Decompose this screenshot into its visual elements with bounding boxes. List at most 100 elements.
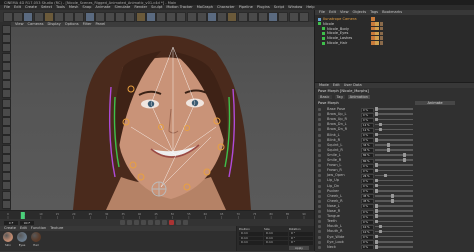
slider-knob[interactable] xyxy=(375,219,378,224)
keyframe-toggle-icon[interactable] xyxy=(318,210,321,213)
pose-morph-row[interactable]: Blink_L 0 % xyxy=(315,133,474,138)
slider-knob[interactable] xyxy=(375,107,378,111)
object-tag-icon[interactable] xyxy=(371,26,375,31)
keyframe-toggle-icon[interactable] xyxy=(318,123,321,127)
pose-morph-row[interactable]: Smile_R 80 % xyxy=(315,158,474,163)
toolbar-tool-icon[interactable] xyxy=(227,11,238,22)
pose-value-field[interactable]: 0 % xyxy=(361,107,374,112)
pose-strength-slider[interactable] xyxy=(375,149,413,151)
slider-knob[interactable] xyxy=(375,112,378,117)
pose-morph-row[interactable]: Lip_Up 0 % xyxy=(315,178,474,183)
keyframe-toggle-icon[interactable] xyxy=(318,133,321,137)
material-swatch[interactable]: Eyes xyxy=(16,232,28,250)
keyframe-toggle-icon[interactable] xyxy=(318,113,321,117)
toolbar-tool-icon[interactable] xyxy=(74,11,85,22)
keyframe-toggle-icon[interactable] xyxy=(318,245,321,249)
toolbar-tool-icon[interactable] xyxy=(196,11,207,22)
pose-morph-row[interactable]: Nose_R 0 % xyxy=(315,209,474,214)
toolbar-tool-icon[interactable] xyxy=(84,11,95,22)
toolbar-tool-icon[interactable] xyxy=(94,11,105,22)
pose-morph-row[interactable]: Squint_R 34 % xyxy=(315,148,474,153)
attribute-tab[interactable]: Animation xyxy=(347,95,370,100)
pose-morph-row[interactable]: Eye_Wide 0 % xyxy=(315,235,474,240)
slider-knob[interactable] xyxy=(403,153,406,157)
object-row[interactable]: Nicole_Hair xyxy=(315,41,474,45)
pose-value-field[interactable]: 80 % xyxy=(361,153,374,158)
current-frame-field[interactable]: 0 F xyxy=(4,220,18,225)
attribute-tab[interactable]: Tag xyxy=(334,95,345,100)
left-tool-icon[interactable] xyxy=(1,135,11,145)
pose-morph-row[interactable]: Brow_Up_L 0 % xyxy=(315,112,474,117)
prev-frame-icon[interactable] xyxy=(134,220,139,225)
keyframe-toggle-icon[interactable] xyxy=(318,159,321,162)
left-tool-icon[interactable] xyxy=(1,190,11,200)
slider-knob[interactable] xyxy=(390,199,394,203)
left-tool-icon[interactable] xyxy=(1,199,11,209)
slider-knob[interactable] xyxy=(375,183,378,188)
pose-strength-slider[interactable] xyxy=(375,154,413,156)
pose-strength-slider[interactable] xyxy=(375,108,413,110)
left-tool-icon[interactable] xyxy=(1,144,11,154)
pose-strength-slider[interactable] xyxy=(375,159,413,161)
left-tool-icon[interactable] xyxy=(1,107,11,117)
left-tool-icon[interactable] xyxy=(1,34,11,44)
slider-knob[interactable] xyxy=(375,234,378,239)
pose-strength-slider[interactable] xyxy=(375,189,413,192)
object-row[interactable]: Nicole_Eyes xyxy=(315,31,474,35)
object-manager-menu-item[interactable]: Objects xyxy=(353,10,367,15)
object-tag-icon[interactable] xyxy=(379,41,384,45)
pose-morph-row[interactable]: Frown_R 0 % xyxy=(315,168,474,173)
attribute-tab[interactable]: Basic xyxy=(318,95,332,100)
keyframe-toggle-icon[interactable] xyxy=(318,153,321,157)
left-tool-icon[interactable] xyxy=(1,117,11,126)
toolbar-tool-icon[interactable] xyxy=(268,11,279,22)
left-tool-icon[interactable] xyxy=(1,25,11,34)
left-tool-icon[interactable] xyxy=(1,98,11,108)
pose-strength-slider[interactable] xyxy=(375,205,413,207)
toolbar-tool-icon[interactable] xyxy=(13,11,24,22)
slider-knob[interactable] xyxy=(384,173,388,178)
toolbar-tool-icon[interactable] xyxy=(288,11,299,22)
object-tag-icon[interactable] xyxy=(375,22,379,26)
pose-strength-slider[interactable] xyxy=(375,138,413,141)
toolbar-tool-icon[interactable] xyxy=(115,11,126,22)
left-tool-icon[interactable] xyxy=(1,172,11,182)
material-menu-item[interactable]: Edit xyxy=(20,226,27,231)
keyframe-toggle-icon[interactable] xyxy=(318,235,321,239)
next-frame-icon[interactable] xyxy=(148,220,153,225)
keyframe-toggle-icon[interactable] xyxy=(318,230,321,234)
pose-value-field[interactable]: 0 % xyxy=(361,240,374,245)
slider-knob[interactable] xyxy=(375,209,378,213)
pose-value-field[interactable]: 80 % xyxy=(361,158,374,163)
pose-strength-slider[interactable] xyxy=(375,164,413,167)
toolbar-tool-icon[interactable] xyxy=(23,11,34,22)
pose-strength-slider[interactable] xyxy=(375,215,413,218)
keyframe-toggle-icon[interactable] xyxy=(318,128,321,132)
last-icon[interactable] xyxy=(162,220,167,225)
toolbar-tool-icon[interactable] xyxy=(33,11,44,22)
object-row[interactable]: Nicole_Body xyxy=(315,27,474,31)
left-tool-icon[interactable] xyxy=(1,126,11,136)
slider-knob[interactable] xyxy=(375,117,378,122)
pose-strength-slider[interactable] xyxy=(375,240,413,243)
object-row[interactable]: Ilunatrope Camera xyxy=(315,17,474,21)
prev-key-icon[interactable] xyxy=(127,220,132,225)
left-tool-icon[interactable] xyxy=(1,61,11,71)
pose-strength-slider[interactable] xyxy=(375,210,413,212)
object-manager-menu-item[interactable]: File xyxy=(319,10,325,15)
toolbar-tool-icon[interactable] xyxy=(237,11,248,22)
pose-morph-row[interactable]: Cheek_R 45 % xyxy=(315,199,474,204)
left-tool-icon[interactable] xyxy=(1,43,11,53)
pose-strength-slider[interactable] xyxy=(375,144,413,146)
attribute-manager-menu-item[interactable]: Mode xyxy=(319,83,329,88)
pose-strength-slider[interactable] xyxy=(375,118,413,121)
pose-value-field[interactable]: 0 % xyxy=(361,117,374,122)
material-swatch[interactable]: Skin xyxy=(2,232,14,250)
pose-value-field[interactable]: 0 % xyxy=(361,214,374,219)
object-row[interactable]: Nicole_Lashes xyxy=(315,36,474,40)
first-icon[interactable] xyxy=(120,220,125,225)
keyframe-toggle-icon[interactable] xyxy=(318,189,321,193)
material-menu-item[interactable]: Texture xyxy=(50,226,63,231)
pose-morph-row[interactable]: Mouth_L 10 % xyxy=(315,224,474,229)
pose-value-field[interactable]: 0 % xyxy=(361,219,374,224)
